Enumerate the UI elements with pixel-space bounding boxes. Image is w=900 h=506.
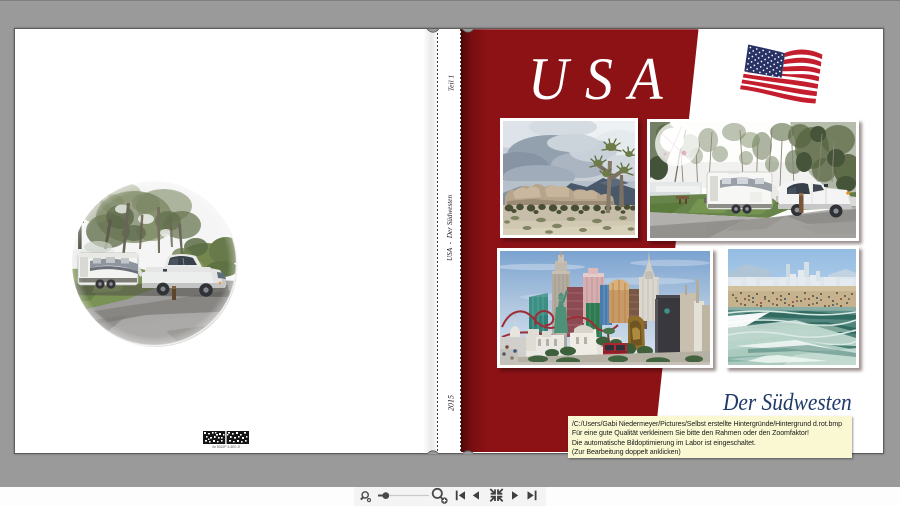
svg-text:4n 502JP 3-4E0 Jl: 4n 502JP 3-4E0 Jl xyxy=(212,445,240,448)
